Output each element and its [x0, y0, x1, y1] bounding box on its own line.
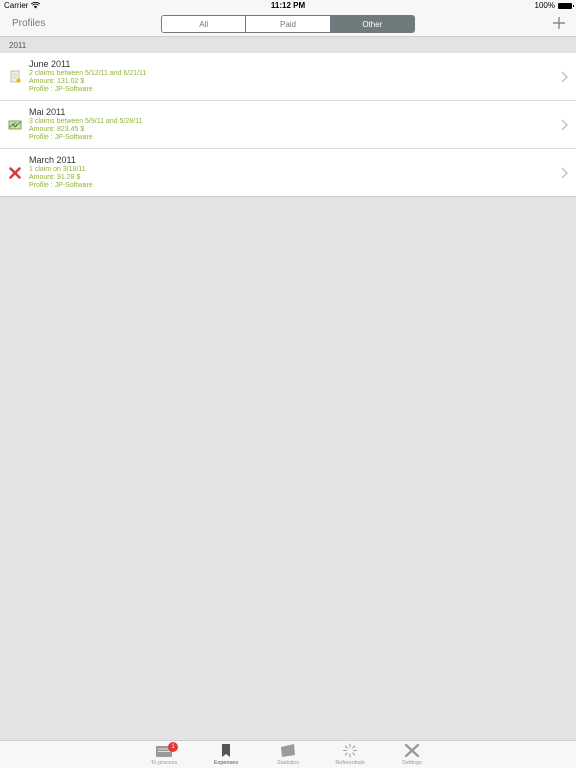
segment-all[interactable]: All — [162, 16, 247, 32]
tab-label: Settings — [402, 760, 422, 766]
claim-amount: Amount: 131.02 $ — [29, 78, 85, 85]
tab-label: Expenses — [213, 760, 239, 766]
claim-title: March 2011 — [29, 155, 76, 165]
segment-other[interactable]: Other — [330, 16, 414, 32]
navigation-bar: Profiles All Paid Other — [0, 12, 576, 37]
tab-label: Referentials — [335, 760, 365, 766]
tab-bar: 1 To process Expenses Statistics Referen… — [0, 740, 576, 768]
claim-summary: 2 claims between 5/12/11 and 6/21/11 — [29, 70, 147, 77]
bookmark-icon — [222, 744, 230, 757]
pending-document-icon — [10, 70, 21, 83]
profiles-button[interactable]: Profiles — [12, 18, 45, 29]
tab-label: To process — [150, 760, 178, 766]
chevron-right-icon — [561, 71, 568, 83]
claim-summary: 3 claims between 5/9/11 and 5/28/11 — [29, 118, 143, 125]
claim-profile: Profile : JP-Software — [29, 86, 93, 93]
claim-row[interactable]: Mai 2011 3 claims between 5/9/11 and 5/2… — [0, 101, 576, 149]
statistics-icon — [281, 744, 295, 757]
clock: 11:12 PM — [270, 1, 306, 10]
battery-icon — [558, 2, 574, 9]
tab-referentials[interactable]: Referentials — [325, 743, 375, 768]
battery-indicator: 100% — [534, 1, 574, 10]
claims-list: June 2011 2 claims between 5/12/11 and 6… — [0, 53, 576, 197]
claim-profile: Profile : JP-Software — [29, 134, 93, 141]
claim-summary: 1 claim on 3/18/11 — [29, 166, 86, 173]
tab-expenses[interactable]: Expenses — [201, 743, 251, 768]
claim-row[interactable]: March 2011 1 claim on 3/18/11 Amount: 91… — [0, 149, 576, 197]
claim-amount: Amount: 823.45 $ — [29, 126, 85, 133]
claim-title: Mai 2011 — [29, 107, 66, 117]
tab-label: Statistics — [276, 760, 299, 766]
plus-icon[interactable] — [551, 15, 567, 31]
spinner-icon — [343, 743, 357, 758]
tab-settings[interactable]: Settings — [387, 743, 437, 768]
status-bar: Carrier 11:12 PM 100% — [0, 0, 576, 12]
claim-profile: Profile : JP-Software — [29, 182, 93, 189]
paid-money-icon — [8, 120, 22, 130]
tab-statistics[interactable]: Statistics — [263, 743, 313, 768]
segment-paid[interactable]: Paid — [246, 16, 331, 32]
section-header-year: 2011 — [0, 38, 576, 53]
battery-percent: 100% — [534, 1, 555, 10]
filter-segmented-control: All Paid Other — [161, 15, 415, 33]
chevron-right-icon — [561, 167, 568, 179]
claim-amount: Amount: 91.28 $ — [29, 174, 81, 181]
tools-icon — [404, 743, 420, 758]
claim-row[interactable]: June 2011 2 claims between 5/12/11 and 6… — [0, 53, 576, 101]
rejected-x-icon — [9, 167, 21, 179]
notification-badge: 1 — [168, 742, 178, 752]
chevron-right-icon — [561, 119, 568, 131]
tab-to-process[interactable]: 1 To process — [139, 742, 189, 768]
claim-title: June 2011 — [29, 59, 71, 69]
